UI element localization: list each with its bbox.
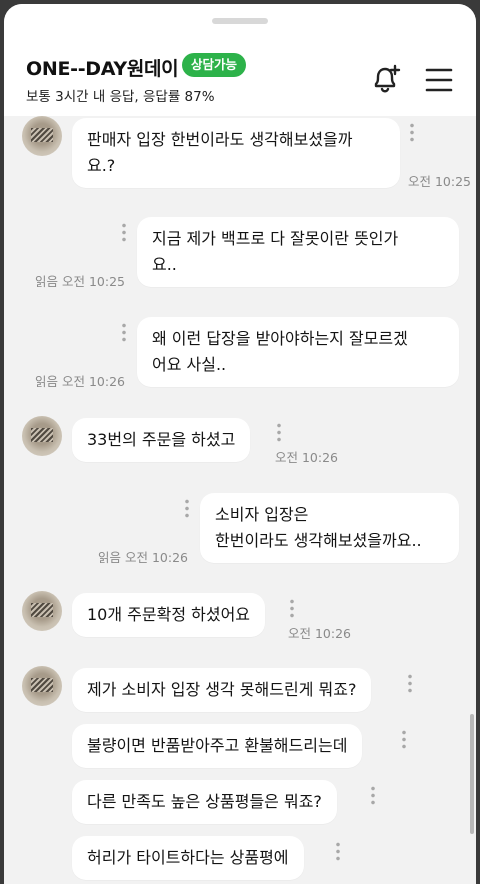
- scrollbar[interactable]: [470, 714, 474, 834]
- read-time-row: 읽음 오전 10:25: [35, 271, 125, 290]
- message-bubble[interactable]: 소비자 입장은 한번이라도 생각해보셨을까요..: [200, 493, 459, 563]
- message-time: 오전 10:26: [125, 550, 188, 565]
- seller-avatar[interactable]: [22, 116, 62, 156]
- response-info: 보통 3시간 내 응답, 응답률 87%: [26, 89, 215, 105]
- more-options-icon[interactable]: [401, 729, 407, 749]
- message-time: 오전 10:26: [62, 374, 125, 389]
- message-bubble[interactable]: 왜 이런 답장을 받아야하는지 잘모르겠 어요 사실..: [137, 317, 459, 387]
- message-bubble[interactable]: 판매자 입장 한번이라도 생각해보셨을까 요.?: [72, 118, 400, 188]
- more-options-icon[interactable]: [276, 422, 282, 442]
- message-text: 요.?: [87, 156, 116, 175]
- seller-avatar[interactable]: [22, 666, 62, 706]
- read-receipt: 읽음: [35, 274, 59, 289]
- read-receipt: 읽음: [98, 550, 122, 565]
- read-time-row: 읽음 오전 10:26: [98, 547, 188, 566]
- read-receipt: 읽음: [35, 374, 59, 389]
- more-options-icon[interactable]: [121, 322, 127, 342]
- message-text: 지금 제가 백프로 다 잘못이란 뜻인가: [152, 229, 399, 248]
- more-options-icon[interactable]: [289, 598, 295, 618]
- message-text: 제가 소비자 입장 생각 못해드린게 뭐죠?: [87, 680, 357, 699]
- seller-avatar[interactable]: [22, 591, 62, 631]
- read-time-row: 읽음 오전 10:26: [35, 371, 125, 390]
- message-text: 왜 이런 답장을 받아야하는지 잘모르겠: [152, 329, 408, 348]
- message-text: 어요 사실..: [152, 355, 227, 374]
- message-time: 오전 10:26: [275, 450, 338, 465]
- message-bubble[interactable]: 제가 소비자 입장 생각 못해드린게 뭐죠?: [72, 668, 372, 712]
- hamburger-menu-icon[interactable]: [424, 66, 454, 94]
- message-time: 오전 10:25: [62, 274, 125, 289]
- message-bubble[interactable]: 10개 주문확정 하셨어요: [72, 593, 266, 637]
- more-options-icon[interactable]: [184, 498, 190, 518]
- message-text: 다른 만족도 높은 상품평들은 뭐죠?: [87, 792, 322, 811]
- chat-header: ONE--DAY원데이 상담가능 보통 3시간 내 응답, 응답률 87%: [4, 4, 476, 116]
- message-time: 오전 10:25: [408, 174, 471, 189]
- status-badge: 상담가능: [182, 53, 247, 77]
- message-text: 한번이라도 생각해보셨을까요..: [215, 531, 422, 550]
- sheet-grabber[interactable]: [212, 18, 268, 24]
- more-options-icon[interactable]: [370, 785, 376, 805]
- message-text: 판매자 입장 한번이라도 생각해보셨을까: [87, 130, 353, 149]
- message-list[interactable]: 판매자 입장 한번이라도 생각해보셨을까 요.? 오전 10:25 읽음 오전 …: [4, 116, 476, 884]
- message-bubble[interactable]: 다른 만족도 높은 상품평들은 뭐죠?: [72, 780, 337, 824]
- more-options-icon[interactable]: [407, 673, 413, 693]
- message-text: 소비자 입장은: [215, 505, 309, 524]
- message-text: 요..: [152, 255, 177, 274]
- shop-name[interactable]: ONE--DAY원데이: [26, 54, 179, 81]
- message-text: 10개 주문확정 하셨어요: [87, 605, 251, 624]
- seller-avatar[interactable]: [22, 416, 62, 456]
- more-options-icon[interactable]: [335, 841, 341, 861]
- bell-plus-icon[interactable]: [368, 62, 404, 98]
- message-text: 불량이면 반품받아주고 환불해드리는데: [87, 736, 348, 755]
- message-text: 33번의 주문을 하셨고: [87, 430, 236, 449]
- message-bubble[interactable]: 허리가 타이트하다는 상품평에: [72, 836, 304, 880]
- message-time: 오전 10:26: [288, 626, 351, 641]
- message-bubble[interactable]: 불량이면 반품받아주고 환불해드리는데: [72, 724, 363, 768]
- message-bubble[interactable]: 지금 제가 백프로 다 잘못이란 뜻인가 요..: [137, 217, 459, 287]
- message-text: 허리가 타이트하다는 상품평에: [87, 848, 289, 867]
- more-options-icon[interactable]: [121, 222, 127, 242]
- more-options-icon[interactable]: [409, 122, 415, 142]
- message-bubble[interactable]: 33번의 주문을 하셨고: [72, 418, 251, 462]
- chat-screen: ONE--DAY원데이 상담가능 보통 3시간 내 응답, 응답률 87% 판매…: [4, 4, 476, 884]
